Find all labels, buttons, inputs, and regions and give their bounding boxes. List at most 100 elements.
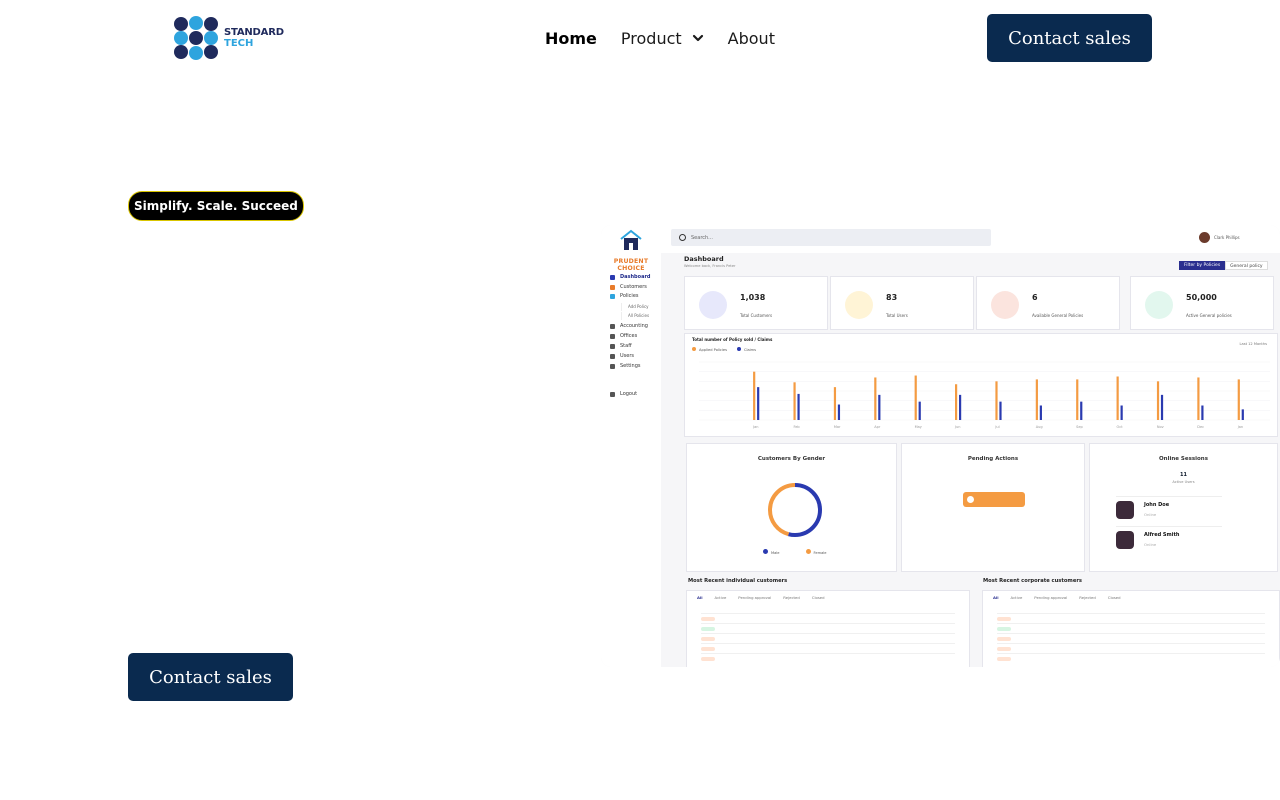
house-logo-icon [620,229,642,250]
pending-dot [967,496,974,503]
mock-tab: Closed [1107,595,1121,600]
mock-sessions-panel: Online Sessions 11 Active Users John Doe… [1089,443,1278,572]
customers-icon [699,291,727,319]
contact-sales-button-hero[interactable]: Contact sales [128,653,293,701]
table-row [701,643,955,653]
mock-stat-label: Total Users [886,313,908,318]
mock-tab: Pending approval [1034,595,1068,600]
x-tick-label: Apr [874,425,881,429]
bar-applied [833,387,837,420]
gear-icon [610,363,615,369]
x-tick-label: Jul [994,425,999,429]
bar-claims [1160,394,1164,420]
mock-stat-value: 1,038 [740,293,766,302]
mock-tab: Closed [811,595,825,600]
mock-session-row: John Doe Online [1116,496,1222,522]
x-tick-label: Dec [1197,425,1204,429]
nav-link-home[interactable]: Home [545,29,597,48]
status-pill [997,647,1011,651]
contact-sales-button-header[interactable]: Contact sales [987,14,1152,62]
mock-sidebar-label: Customers [620,284,647,290]
table-row [701,623,955,633]
x-tick-label: Jan [752,425,758,429]
bar-claims [918,401,921,420]
mock-stat-value: 50,000 [1186,293,1217,302]
mock-sidebar-item-offices: Offices [610,332,660,340]
table-row [997,613,1265,623]
mock-table-tabs: All Active Pending approval Rejected Clo… [697,595,825,600]
users-icon [610,353,615,359]
nav-link-product-label: Product [620,28,682,48]
mock-gender-panel: Customers By Gender Male Female [686,443,897,572]
mock-table-individual: All Active Pending approval Rejected Clo… [686,590,970,667]
mock-sessions-count: 11 [1180,472,1187,478]
home-icon [610,274,615,280]
table-row [997,653,1265,663]
mock-tab: All [993,595,999,600]
bar-claims [1039,405,1042,420]
users-icon [845,291,873,319]
mock-brand-name: PRUDENT CHOICE [613,258,649,272]
mock-sidebar-item-staff: Staff [610,342,660,350]
mock-pending-title: Pending Actions [967,456,1019,462]
avatar [1199,231,1210,243]
table-row [701,613,955,623]
bar-claims [797,393,800,420]
mock-user-name: Clark Phillips [1214,234,1240,240]
mock-sidebar-label: Staff [620,343,632,349]
mock-sidebar-item-settings: Settings [610,362,660,370]
nav-link-about[interactable]: About [728,29,775,48]
policies-icon [991,291,1019,319]
mock-stat-value: 6 [1032,293,1038,302]
bar-applied [914,375,917,420]
mock-sidebar-item-users: Users [610,352,660,360]
nav-link-product[interactable]: Product [621,29,704,48]
mock-tab: All [697,595,703,600]
accounting-icon [610,323,615,329]
mock-filter-label: Filter by Policies [1179,261,1226,270]
dashboard-preview-image: PRUDENT CHOICE Dashboard Customers Polic… [601,225,1280,667]
tagline-badge: Simplify. Scale. Succeed [128,191,304,221]
mock-stat-card-users: 83 Total Users [830,276,974,330]
mock-tab: Pending approval [738,595,772,600]
mock-sidebar-item-logout: Logout [610,390,660,398]
x-tick-label: Oct [1117,425,1124,429]
mock-filter-select: General policy [1225,261,1268,270]
avatar [1116,531,1134,549]
bar-applied [955,384,958,420]
bar-applied [793,382,796,420]
mock-sidebar-label: Dashboard [620,274,651,280]
mock-table-title-individual: Most Recent individual customers [688,578,788,584]
bar-applied [1116,376,1119,420]
status-pill [997,657,1011,661]
mock-user-menu: Clark Phillips [1199,231,1269,243]
bar-claims [1120,405,1123,420]
status-pill [701,657,715,661]
mock-sidebar-label: Logout [620,391,638,397]
mock-search-field: Search... [671,229,991,246]
avatar [1116,501,1134,519]
x-tick-label: Sep [1076,425,1083,429]
policies-icon [610,293,615,299]
mock-bar-chart: Total number of Policy sold / Claims Las… [684,333,1278,437]
mock-tab: Rejected [783,595,800,600]
mock-sidebar: PRUDENT CHOICE Dashboard Customers Polic… [601,225,661,667]
mock-stat-card-customers: 1,038 Total Customers [684,276,828,330]
staff-icon [610,343,615,349]
bar-claims [878,394,881,420]
logo-mark-icon [174,16,218,60]
mock-search-placeholder: Search... [691,234,713,241]
legend-label: Male [771,551,780,555]
mock-sidebar-label: Users [620,353,635,359]
bar-applied [1197,377,1200,420]
top-navigation: STANDARD TECH Home Product About Contact… [0,0,1280,76]
logo[interactable]: STANDARD TECH [172,15,286,61]
legend-swatch [805,549,811,554]
bar-claims [757,387,760,420]
bar-applied [874,377,877,420]
bar-claims [959,394,962,420]
status-pill [701,627,715,631]
mock-sidebar-item-dashboard: Dashboard [610,273,660,281]
mock-page-title: Dashboard [684,255,724,263]
mock-session-status: Online [1144,512,1157,517]
